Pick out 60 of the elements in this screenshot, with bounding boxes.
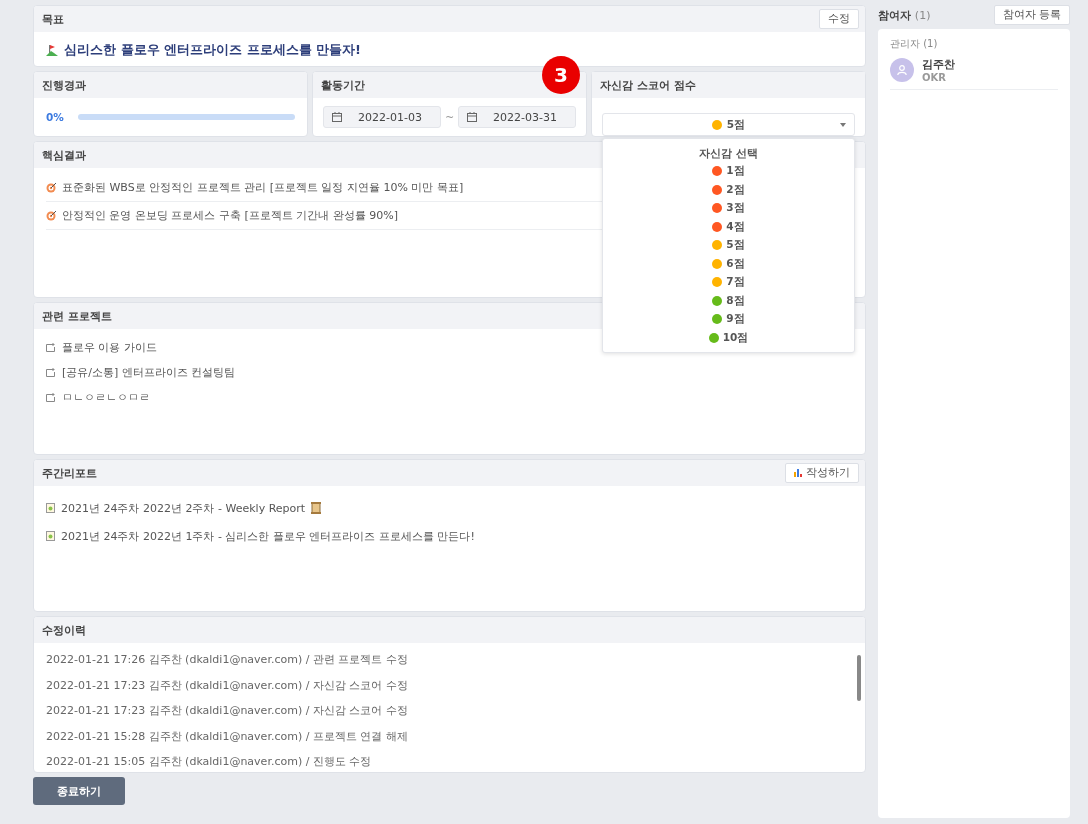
progress-reading: 0%	[46, 111, 64, 123]
section-title: 수정이력	[42, 622, 86, 638]
register-participant-button[interactable]: 참여자 등록	[993, 5, 1070, 25]
folder-link-icon	[46, 393, 56, 402]
goal-text: 심리스한 플로우 엔터프라이즈 프로세스를 만들자!	[64, 41, 362, 59]
section-title: 진행경과	[42, 77, 86, 93]
key-result-text[interactable]: 안정적인 운영 온보딩 프로세스 구축 [프로젝트 기간내 완성률 90%]	[62, 208, 398, 223]
history-entry: 2022-01-21 15:05 김주찬 (dkaldi1@naver.com) / 진행도 수정	[46, 754, 372, 770]
edit-button[interactable]: 수정	[819, 9, 859, 29]
score-dropdown[interactable]: 5점	[602, 113, 855, 136]
score-option[interactable]: 9점	[708, 311, 749, 328]
score-option[interactable]: 2점	[708, 181, 749, 198]
caret-icon	[840, 123, 846, 127]
score-option[interactable]: 6점	[708, 255, 749, 272]
folder-link-icon	[46, 368, 56, 377]
flag-icon	[46, 44, 58, 56]
folder-link-icon	[46, 343, 56, 352]
project-link[interactable]: [공유/소통] 엔터프라이즈 컨설팅팀	[62, 365, 236, 380]
target-icon	[46, 182, 56, 193]
target-icon	[46, 210, 56, 221]
end-date-field[interactable]: 2022-03-31	[458, 106, 576, 128]
section-title: 자신감 스코어 점수	[600, 77, 696, 93]
project-link[interactable]: ㅁㄴㅇㄹㄴㅇㅁㄹ	[62, 390, 150, 405]
group-label: 관리자 (1)	[890, 37, 939, 51]
section-title: 목표	[42, 11, 64, 27]
history-entry: 2022-01-21 15:28 김주찬 (dkaldi1@naver.com) / 프로젝트 연결 해제	[46, 728, 408, 744]
section-title: 활동기간	[321, 77, 365, 93]
project-link[interactable]: 플로우 이용 가이드	[62, 340, 157, 355]
member-role: OKR	[922, 72, 947, 83]
history-entry: 2022-01-21 17:23 김주찬 (dkaldi1@naver.com) / 자신감 스코어 수정	[46, 703, 408, 719]
member-name: 김주찬	[922, 57, 955, 72]
report-link[interactable]: 2021년 24주차 2022년 2주차 - Weekly Report	[61, 500, 306, 516]
score-option[interactable]: 8점	[708, 292, 749, 309]
score-option[interactable]: 5점	[708, 237, 749, 254]
write-button[interactable]: 작성하기	[785, 463, 859, 483]
start-date-field[interactable]: 2022-01-03	[323, 106, 441, 128]
score-option[interactable]: 3점	[708, 200, 749, 217]
section-title: 주간리포트	[42, 465, 97, 481]
section-title: 핵심결과	[42, 147, 86, 163]
calendar-icon	[332, 112, 342, 122]
report-link[interactable]: 2021년 24주차 2022년 1주차 - 심리스한 플로우 엔터프라이즈 프로세스를 만든다!	[61, 528, 475, 544]
score-option[interactable]: 10점	[704, 329, 753, 346]
person-icon	[897, 65, 907, 75]
section-title: 관련 프로젝트	[42, 308, 112, 324]
score-option[interactable]: 7점	[708, 274, 749, 291]
key-result-text[interactable]: 표준화된 WBS로 안정적인 프로젝트 관리 [프로젝트 일정 지연율 10% 미만 목표]	[62, 180, 464, 195]
participants-title: 참여자 (1)	[878, 7, 931, 23]
history-entry: 2022-01-21 17:23 김주찬 (dkaldi1@naver.com) / 자신감 스코어 수정	[46, 677, 408, 693]
document-icon	[46, 503, 55, 513]
scrollbar-thumb[interactable]	[857, 655, 861, 701]
score-option[interactable]: 4점	[708, 218, 749, 235]
bar-chart-icon	[794, 469, 803, 477]
finish-button[interactable]: 종료하기	[33, 777, 125, 805]
calendar-icon	[467, 112, 478, 122]
document-icon	[46, 531, 55, 541]
date-separator: ~	[444, 110, 455, 124]
scroll-icon	[311, 502, 323, 514]
menu-title: 자신감 선택	[699, 146, 758, 161]
score-option[interactable]: 1점	[708, 163, 749, 180]
history-entry: 2022-01-21 17:26 김주찬 (dkaldi1@naver.com) / 관련 프로젝트 수정	[46, 652, 408, 668]
